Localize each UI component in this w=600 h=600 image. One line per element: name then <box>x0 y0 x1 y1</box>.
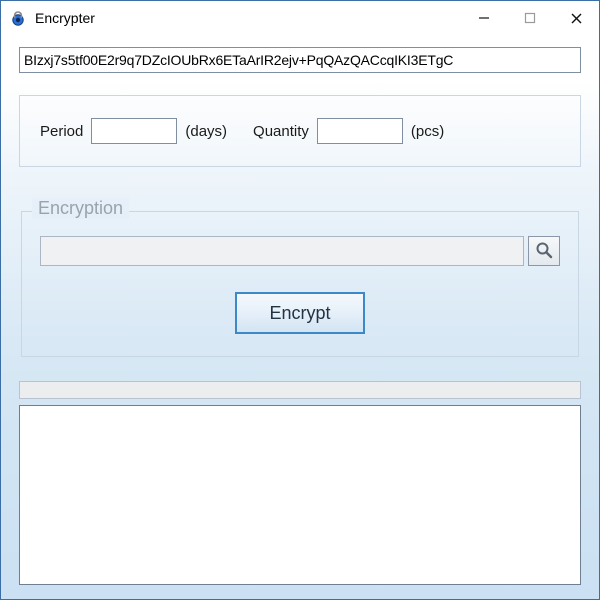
quantity-unit: (pcs) <box>411 123 444 140</box>
params-panel: Period (days) Quantity (pcs) <box>19 95 581 167</box>
titlebar: Encrypter <box>1 1 599 35</box>
close-button[interactable] <box>553 1 599 35</box>
progress-bar <box>19 381 581 399</box>
lock-icon <box>9 9 27 27</box>
minimize-button[interactable] <box>461 1 507 35</box>
maximize-button[interactable] <box>507 1 553 35</box>
encryption-group: Encryption Encrypt <box>21 211 579 357</box>
encrypt-button[interactable]: Encrypt <box>235 292 365 334</box>
client-area: Period (days) Quantity (pcs) Encryption <box>1 35 599 599</box>
output-textarea[interactable] <box>19 405 581 585</box>
browse-button[interactable] <box>528 236 560 266</box>
period-unit: (days) <box>185 123 227 140</box>
path-row <box>40 236 560 266</box>
key-input[interactable] <box>19 47 581 73</box>
period-input[interactable] <box>91 118 177 144</box>
search-icon <box>534 240 554 263</box>
file-path-input[interactable] <box>40 236 524 266</box>
quantity-input[interactable] <box>317 118 403 144</box>
window-title: Encrypter <box>35 10 95 26</box>
encryption-group-title: Encryption <box>32 198 129 219</box>
app-window: Encrypter Period (days) Quantity (pcs) E… <box>0 0 600 600</box>
period-label: Period <box>40 123 83 140</box>
quantity-label: Quantity <box>253 123 309 140</box>
